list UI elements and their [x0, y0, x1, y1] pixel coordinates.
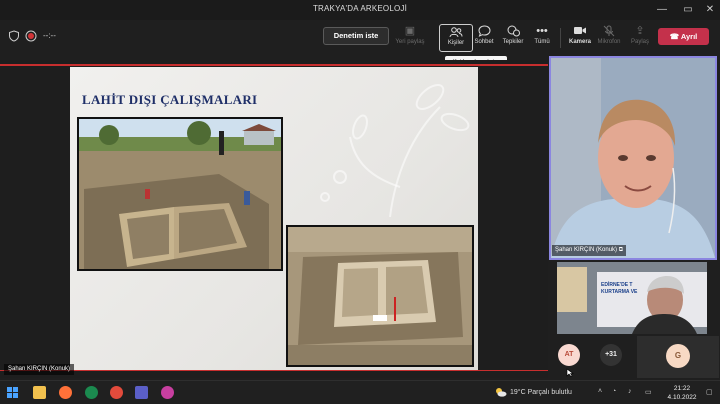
self-tile[interactable]: G: [637, 336, 719, 378]
more-icon: •••: [536, 25, 548, 37]
more-button[interactable]: ••• Tümü: [525, 24, 559, 52]
camera-icon: [573, 25, 587, 38]
avatar-g: G: [666, 344, 690, 368]
clock-date: 4.10.2022: [667, 394, 697, 401]
second-participant-video[interactable]: EDİRNE'DE T KURTARMA VE: [557, 262, 707, 334]
close-icon[interactable]: ✕: [699, 2, 720, 18]
leave-label: Ayrıl: [680, 32, 698, 41]
record-icon: [25, 30, 37, 42]
microphone-off-icon: [602, 25, 616, 38]
firefox-icon[interactable]: [59, 386, 72, 399]
chat-icon: [477, 25, 491, 38]
people-icon: [449, 26, 463, 39]
more-label: Tümü: [534, 39, 550, 45]
slide-floral-decoration: [320, 84, 470, 217]
phone-hangup-icon: ☎: [669, 32, 680, 41]
main-participant-name: Şahan KIRÇIN (Konuk) ⧉: [552, 245, 626, 256]
excavation-photo-1: [77, 117, 283, 271]
notification-icon[interactable]: ▢: [706, 388, 713, 396]
main-participant-video[interactable]: [549, 56, 717, 260]
windows-taskbar: 19°C Parçalı bulutlu ˄ ◔ ♪ ▭ 21:22 4.10.…: [0, 380, 720, 404]
overflow-count-badge[interactable]: +31: [600, 344, 622, 366]
uzem-app-icon[interactable]: [85, 386, 98, 399]
taskbar-clock[interactable]: 21:22 4.10.2022: [662, 384, 702, 402]
presentation-slide: LAHİT DIŞI ÇALIŞMALARI: [70, 67, 478, 370]
slide-title: LAHİT DIŞI ÇALIŞMALARI: [82, 92, 258, 107]
weather-text[interactable]: 19°C Parçalı bulutlu: [510, 389, 572, 396]
volume-icon[interactable]: ♪: [628, 388, 632, 395]
toolbar-divider: [560, 28, 561, 48]
leave-button[interactable]: ☎ Ayrıl: [658, 28, 709, 45]
share-up-icon: ⇪: [635, 25, 645, 37]
battery-icon[interactable]: ▭: [645, 388, 652, 396]
teams-icon[interactable]: [135, 386, 148, 399]
meeting-timer: --:--: [43, 31, 56, 40]
mouse-cursor-icon: [566, 368, 574, 377]
share-tray-label: Yeri paylaş: [395, 39, 425, 45]
share-border-bottom: [0, 370, 548, 371]
chrome-icon[interactable]: [110, 386, 123, 399]
clock-time: 21:22: [673, 385, 691, 392]
title-bar: TRAKYA'DA ARKEOLOJİ — ▭ ✕: [0, 0, 720, 20]
microphone-button[interactable]: Mikrofon: [592, 24, 626, 52]
minimize-icon[interactable]: —: [651, 2, 673, 18]
request-control-button[interactable]: Denetim iste: [323, 27, 389, 45]
weather-cloud-icon: [496, 388, 507, 397]
share-tray-button[interactable]: ▣ Yeri paylaş: [393, 24, 427, 52]
reactions-icon: [506, 25, 520, 38]
share-border-top: [0, 64, 548, 66]
screen-share-indicator-icon: ⧉: [618, 247, 623, 253]
app-icon[interactable]: [161, 386, 174, 399]
microphone-label: Mikrofon: [597, 39, 621, 45]
maximize-icon[interactable]: ▭: [677, 2, 699, 18]
wifi-icon[interactable]: ◔: [612, 388, 616, 395]
presenter-name-tag: Şahan KIRÇIN (Konuk): [4, 364, 75, 375]
window-title: TRAKYA'DA ARKEOLOJİ: [312, 4, 408, 13]
excavation-photo-2: [286, 225, 474, 367]
avatar-at[interactable]: AT: [558, 344, 580, 366]
share-label: Paylaş: [630, 39, 649, 45]
file-explorer-icon[interactable]: [33, 386, 46, 399]
second-participant-banner: EDİRNE'DE T KURTARMA VE: [601, 282, 638, 295]
screen-share-icon: ▣: [404, 25, 416, 37]
meeting-toolbar: --:-- Denetim iste ▣ Yeri paylaş Kişiler…: [0, 20, 720, 56]
share-button[interactable]: ⇪ Paylaş: [623, 24, 657, 52]
tray-chevron-icon[interactable]: ˄: [598, 388, 602, 395]
main-participant-label: Şahan KIRÇIN (Konuk): [555, 247, 618, 253]
shield-icon[interactable]: [8, 30, 20, 42]
windows-start-icon[interactable]: [6, 386, 19, 399]
